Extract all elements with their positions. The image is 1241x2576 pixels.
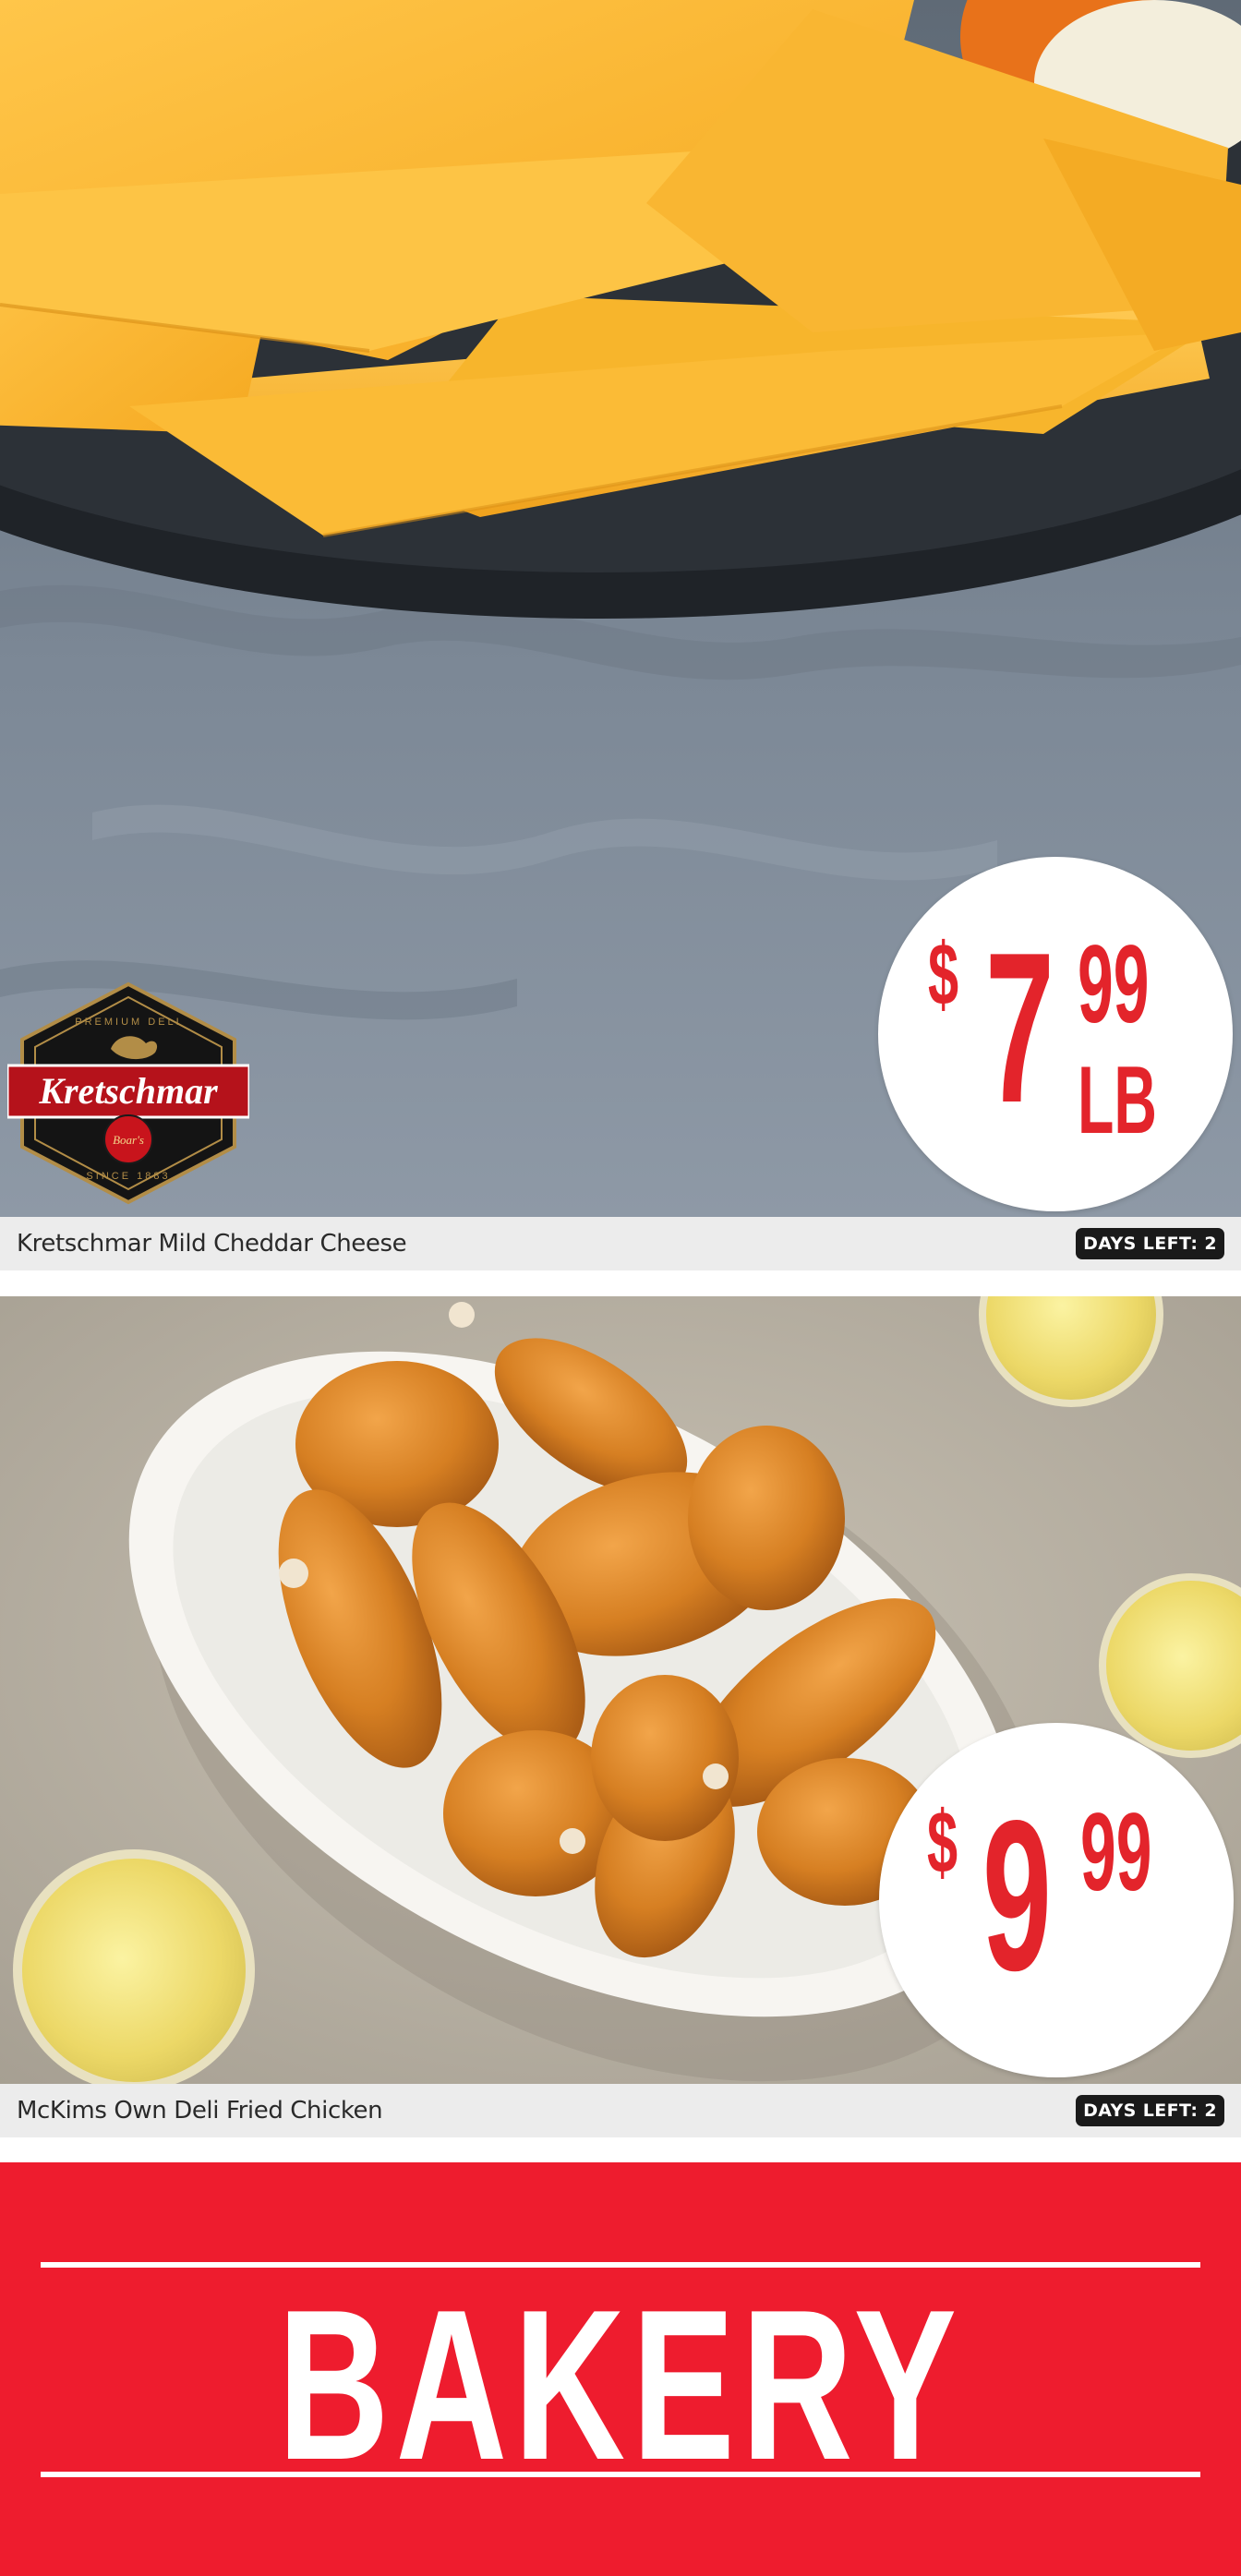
cheddar-price-badge: $ 7 99 LB bbox=[878, 857, 1233, 1211]
price-cents: 99 bbox=[1078, 922, 1150, 1046]
logo-top-text: PREMIUM DELI bbox=[75, 1017, 181, 1028]
price-dollar-sign: $ bbox=[928, 925, 959, 1024]
logo-brand-name: Kretschmar bbox=[38, 1070, 218, 1112]
product-title[interactable]: McKims Own Deli Fried Chicken bbox=[17, 2097, 383, 2125]
logo-bottom-text: SINCE 1883 bbox=[86, 1171, 170, 1182]
price-dollars: 7 bbox=[985, 909, 1054, 1148]
price-dollars: 9 bbox=[982, 1776, 1052, 2016]
days-left-badge: DAYS LEFT: 2 bbox=[1076, 1228, 1224, 1259]
price-cents: 99 bbox=[1080, 1790, 1152, 1914]
bakery-section-banner[interactable]: BAKERY bbox=[0, 2162, 1241, 2576]
logo-seal-text: Boar's bbox=[113, 1133, 144, 1147]
fried-chicken-price-badge: $ 9 99 bbox=[879, 1723, 1234, 2077]
days-left-badge: DAYS LEFT: 2 bbox=[1076, 2095, 1224, 2126]
section-title: BAKERY bbox=[277, 2266, 964, 2505]
kretschmar-logo: PREMIUM DELI Kretschmar Boar's SINCE 188… bbox=[7, 981, 249, 1205]
fried-chicken-caption-bar[interactable]: McKims Own Deli Fried Chicken DAYS LEFT:… bbox=[0, 2084, 1241, 2137]
product-title[interactable]: Kretschmar Mild Cheddar Cheese bbox=[17, 1230, 407, 1258]
weekly-ad-page: PREMIUM DELI Kretschmar Boar's SINCE 188… bbox=[0, 0, 1241, 2576]
price-unit: LB bbox=[1078, 1047, 1157, 1154]
cheddar-caption-bar[interactable]: Kretschmar Mild Cheddar Cheese DAYS LEFT… bbox=[0, 1217, 1241, 1270]
price-dollar-sign: $ bbox=[927, 1793, 958, 1892]
banner-bottom-rule bbox=[41, 2472, 1200, 2477]
